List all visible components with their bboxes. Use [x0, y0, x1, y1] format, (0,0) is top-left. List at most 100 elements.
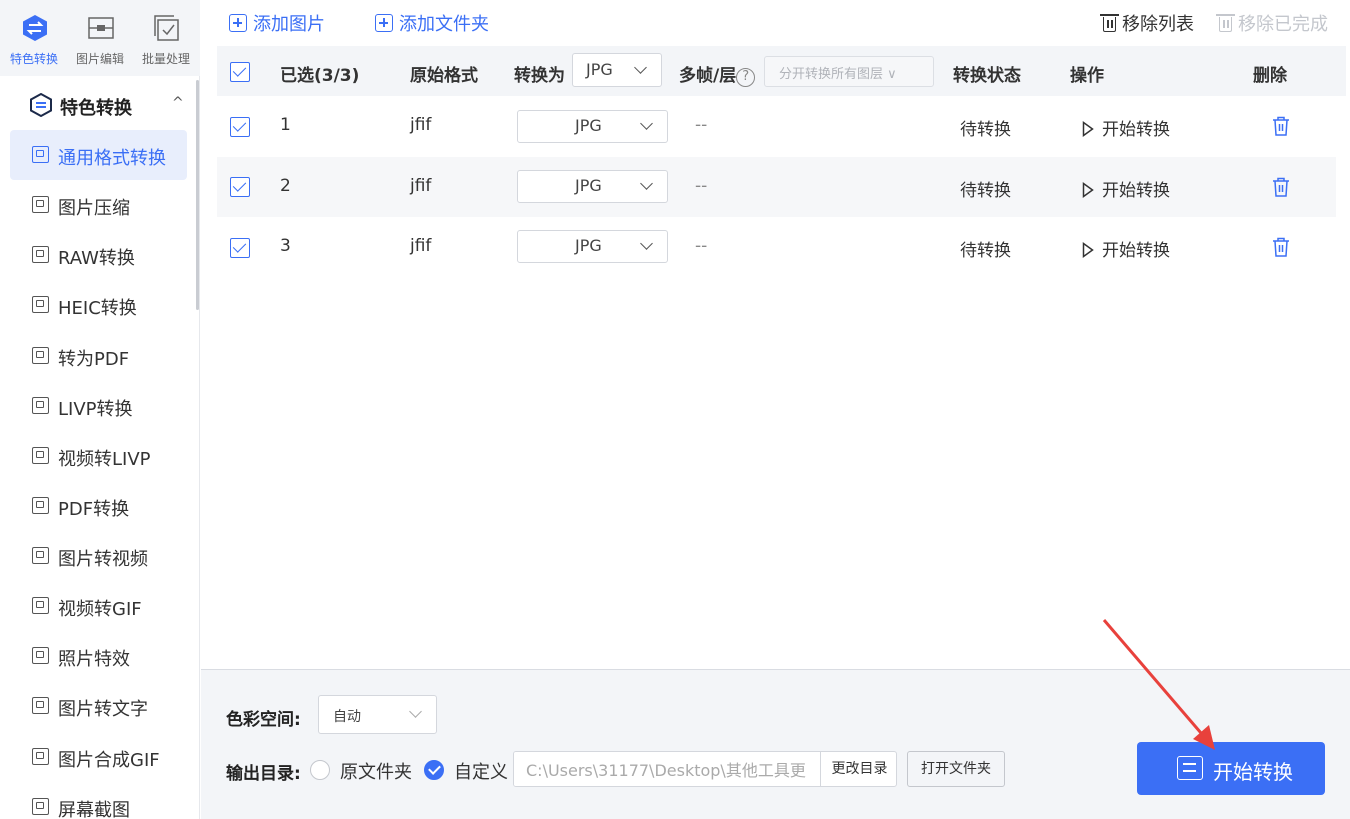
row-index: 3 [280, 236, 291, 256]
select-value: JPG [575, 236, 602, 255]
screenshot-icon [32, 798, 49, 815]
remove-list-button[interactable]: 移除列表 [1100, 10, 1194, 36]
header-status: 转换状态 [953, 66, 1021, 86]
select-value: JPG [575, 176, 602, 195]
open-folder-button[interactable]: 打开文件夹 [907, 751, 1005, 787]
chevron-down-icon [640, 117, 653, 130]
remove-done-button[interactable]: 移除已完成 [1216, 10, 1328, 36]
video-gif-icon [32, 597, 49, 614]
nav-batch[interactable]: 批量处理 [135, 8, 197, 70]
sidebar-item-compose-gif[interactable]: 图片合成GIF [10, 732, 187, 782]
sidebar-item-livp[interactable]: LIVP转换 [10, 381, 187, 431]
header-selected: 已选(3/3) [280, 66, 360, 86]
sidebar-item-label: 图片压缩 [58, 198, 130, 219]
remove-done-label: 移除已完成 [1238, 14, 1328, 35]
row-format: jfif [410, 236, 432, 256]
row-format-select[interactable]: JPG [517, 110, 668, 143]
header-original-format: 原始格式 [410, 66, 478, 86]
pdf-convert-icon [32, 497, 49, 514]
sidebar-item-general-convert[interactable]: 通用格式转换 [10, 130, 187, 180]
row-start-label: 开始转换 [1102, 181, 1170, 201]
row-start-button[interactable]: 开始转换 [1082, 115, 1170, 140]
add-folder-button[interactable]: 添加文件夹 [375, 10, 489, 36]
row-checkbox[interactable] [230, 177, 250, 197]
plus-icon [229, 14, 247, 32]
row-format-select[interactable]: JPG [517, 230, 668, 263]
radio-original-label: 原文件夹 [340, 762, 412, 783]
convert-hex-icon [30, 93, 52, 117]
change-dir-button[interactable]: 更改目录 [820, 752, 896, 786]
sidebar-item-label: 照片特效 [58, 649, 130, 670]
raw-icon [32, 246, 49, 263]
sidebar-item-heic[interactable]: HEIC转换 [10, 280, 187, 330]
chevron-down-icon [409, 705, 422, 718]
image-edit-icon [88, 17, 114, 39]
row-checkbox[interactable] [230, 238, 250, 258]
trash-icon [1100, 14, 1119, 32]
add-images-button[interactable]: 添加图片 [229, 10, 325, 36]
color-space-select[interactable]: 自动 [318, 695, 437, 734]
select-value: JPG [586, 60, 613, 79]
sidebar-item-label: 图片合成GIF [58, 750, 160, 771]
row-frames: -- [695, 115, 708, 135]
radio-custom-folder[interactable] [424, 760, 444, 780]
sidebar-item-raw[interactable]: RAW转换 [10, 230, 187, 280]
global-format-select[interactable]: JPG [572, 53, 662, 87]
video-livp-icon [32, 447, 49, 464]
nav-image-edit[interactable]: 图片编辑 [69, 8, 131, 70]
sidebar-item-compress[interactable]: 图片压缩 [10, 180, 187, 230]
camera-icon [32, 647, 49, 664]
sidebar-item-pdf-convert[interactable]: PDF转换 [10, 481, 187, 531]
output-path-input[interactable] [514, 752, 820, 786]
row-start-button[interactable]: 开始转换 [1082, 236, 1170, 261]
row-format-select[interactable]: JPG [517, 170, 668, 203]
pdf-icon [32, 347, 49, 364]
nav-label: 批量处理 [141, 52, 190, 66]
sidebar-section-header[interactable]: 特色转换 ^ [30, 88, 190, 122]
sidebar-item-image-to-video[interactable]: 图片转视频 [10, 531, 187, 581]
batch-check-icon [154, 15, 179, 41]
select-value: 自动 [333, 709, 361, 725]
sidebar-item-label: 图片转文字 [58, 699, 148, 720]
add-folder-label: 添加文件夹 [399, 14, 489, 35]
sidebar-item-video-to-livp[interactable]: 视频转LIVP [10, 431, 187, 481]
row-checkbox[interactable] [230, 117, 250, 137]
help-icon[interactable]: ? [736, 68, 756, 87]
sidebar-item-label: LIVP转换 [58, 399, 133, 420]
convert-icon [1177, 756, 1203, 780]
row-status: 待转换 [960, 241, 1011, 261]
ocr-icon [32, 697, 49, 714]
sidebar-item-video-to-gif[interactable]: 视频转GIF [10, 581, 187, 631]
row-index: 1 [280, 115, 291, 135]
row-frames: -- [695, 236, 708, 256]
general-convert-icon [32, 146, 49, 163]
layer-mode-select[interactable]: 分开转换所有图层 ∨ [764, 56, 934, 87]
row-start-label: 开始转换 [1102, 241, 1170, 261]
sidebar-item-screenshot[interactable]: 屏幕截图 [10, 782, 187, 819]
header-delete: 删除 [1253, 66, 1287, 86]
nav-label: 图片编辑 [75, 52, 124, 66]
radio-original-folder[interactable] [310, 760, 330, 780]
row-format: jfif [410, 115, 432, 135]
sidebar-item-image-to-text[interactable]: 图片转文字 [10, 681, 187, 731]
play-icon [1082, 182, 1094, 198]
row-start-label: 开始转换 [1102, 120, 1170, 140]
trash-icon[interactable] [1272, 116, 1290, 136]
sidebar-item-label: 屏幕截图 [58, 800, 130, 819]
row-status: 待转换 [960, 120, 1011, 140]
top-category-nav: 特色转换 图片编辑 批量处理 [0, 0, 200, 76]
sidebar-scrollbar[interactable] [196, 80, 199, 310]
sidebar-item-label: HEIC转换 [58, 298, 137, 319]
row-format: jfif [410, 176, 432, 196]
row-start-button[interactable]: 开始转换 [1082, 176, 1170, 201]
sidebar-item-photo-effects[interactable]: 照片特效 [10, 631, 187, 681]
trash-icon[interactable] [1272, 237, 1290, 257]
sidebar-item-to-pdf[interactable]: 转为PDF [10, 331, 187, 381]
compress-icon [32, 196, 49, 213]
trash-icon[interactable] [1272, 177, 1290, 197]
compose-gif-icon [32, 748, 49, 765]
header-action: 操作 [1070, 66, 1104, 86]
header-multi-frame-label: 多帧/层 [679, 66, 737, 86]
nav-special-convert[interactable]: 特色转换 [3, 8, 65, 70]
select-all-checkbox[interactable] [230, 62, 250, 82]
